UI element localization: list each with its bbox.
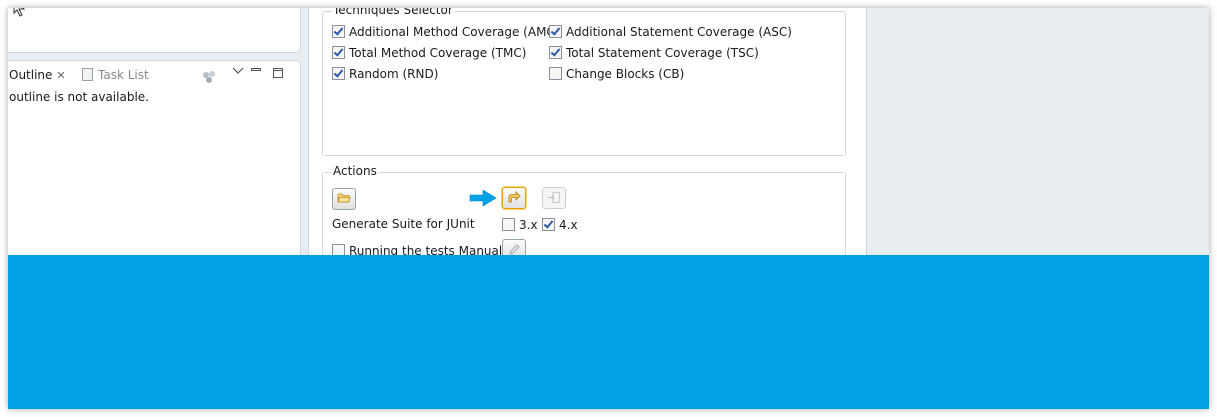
checkbox-junit3[interactable]: 3.x: [502, 217, 538, 233]
minimize-icon[interactable]: [251, 68, 261, 72]
task-list-icon: [82, 68, 93, 81]
group-circles-icon[interactable]: [202, 70, 218, 84]
mouse-cursor-icon: [13, 8, 26, 17]
export-icon: [548, 192, 560, 203]
checkbox-box[interactable]: [332, 46, 345, 59]
checkbox-rnd[interactable]: Random (RND): [332, 66, 438, 82]
redaction-block: [8, 255, 1209, 409]
close-icon[interactable]: ✕: [56, 68, 65, 84]
maximize-icon[interactable]: [273, 68, 283, 78]
folder-open-icon: [337, 193, 351, 203]
checkbox-box[interactable]: [332, 67, 345, 80]
techniques-title: Techniques Selector: [331, 8, 455, 17]
checkbox-tmc[interactable]: Total Method Coverage (TMC): [332, 45, 526, 61]
export-button[interactable]: [542, 187, 566, 209]
checkbox-box[interactable]: [332, 25, 345, 38]
tab-task-list-label: Task List: [98, 68, 149, 82]
checkbox-box[interactable]: [549, 67, 562, 80]
checkbox-box[interactable]: [502, 218, 515, 231]
arrow-icon: [508, 191, 521, 203]
tab-outline[interactable]: Outline ✕: [9, 67, 66, 83]
checkbox-junit4[interactable]: 4.x: [542, 217, 578, 233]
checkbox-junit4-label: 4.x: [559, 218, 578, 232]
actions-title: Actions: [331, 164, 379, 178]
tab-task-list[interactable]: Task List: [82, 67, 149, 83]
checkbox-box[interactable]: [549, 46, 562, 59]
checkbox-tsc[interactable]: Total Statement Coverage (TSC): [549, 45, 759, 61]
checkbox-cb[interactable]: Change Blocks (CB): [549, 66, 684, 82]
checkbox-amc[interactable]: Additional Method Coverage (AMC): [332, 24, 560, 40]
open-button[interactable]: [332, 188, 356, 210]
checkbox-tmc-label: Total Method Coverage (TMC): [349, 46, 527, 60]
checkbox-amc-label: Additional Method Coverage (AMC): [349, 25, 560, 39]
checkbox-asc-label: Additional Statement Coverage (ASC): [566, 25, 792, 39]
checkbox-asc[interactable]: Additional Statement Coverage (ASC): [549, 24, 792, 40]
blue-arrow-pointer-icon: [469, 189, 497, 207]
checkbox-junit3-label: 3.x: [519, 218, 538, 232]
generate-suite-label: Generate Suite for JUnit: [332, 217, 475, 231]
view-menu-icon[interactable]: [232, 67, 244, 75]
outline-message: outline is not available.: [9, 90, 149, 104]
checkbox-box[interactable]: [542, 218, 555, 231]
generate-button[interactable]: [502, 187, 526, 209]
tab-outline-label: Outline: [9, 68, 53, 82]
techniques-group: Techniques Selector Additional Method Co…: [322, 8, 846, 156]
checkbox-rnd-label: Random (RND): [349, 67, 439, 81]
checkbox-cb-label: Change Blocks (CB): [566, 67, 685, 81]
top-view-panel: [8, 8, 301, 53]
checkbox-tsc-label: Total Statement Coverage (TSC): [566, 46, 759, 60]
view-tab-bar: Outline ✕ Task List: [8, 61, 300, 85]
screenshot-frame: Outline ✕ Task List outline is not availa…: [8, 8, 1209, 409]
checkbox-box[interactable]: [549, 25, 562, 38]
